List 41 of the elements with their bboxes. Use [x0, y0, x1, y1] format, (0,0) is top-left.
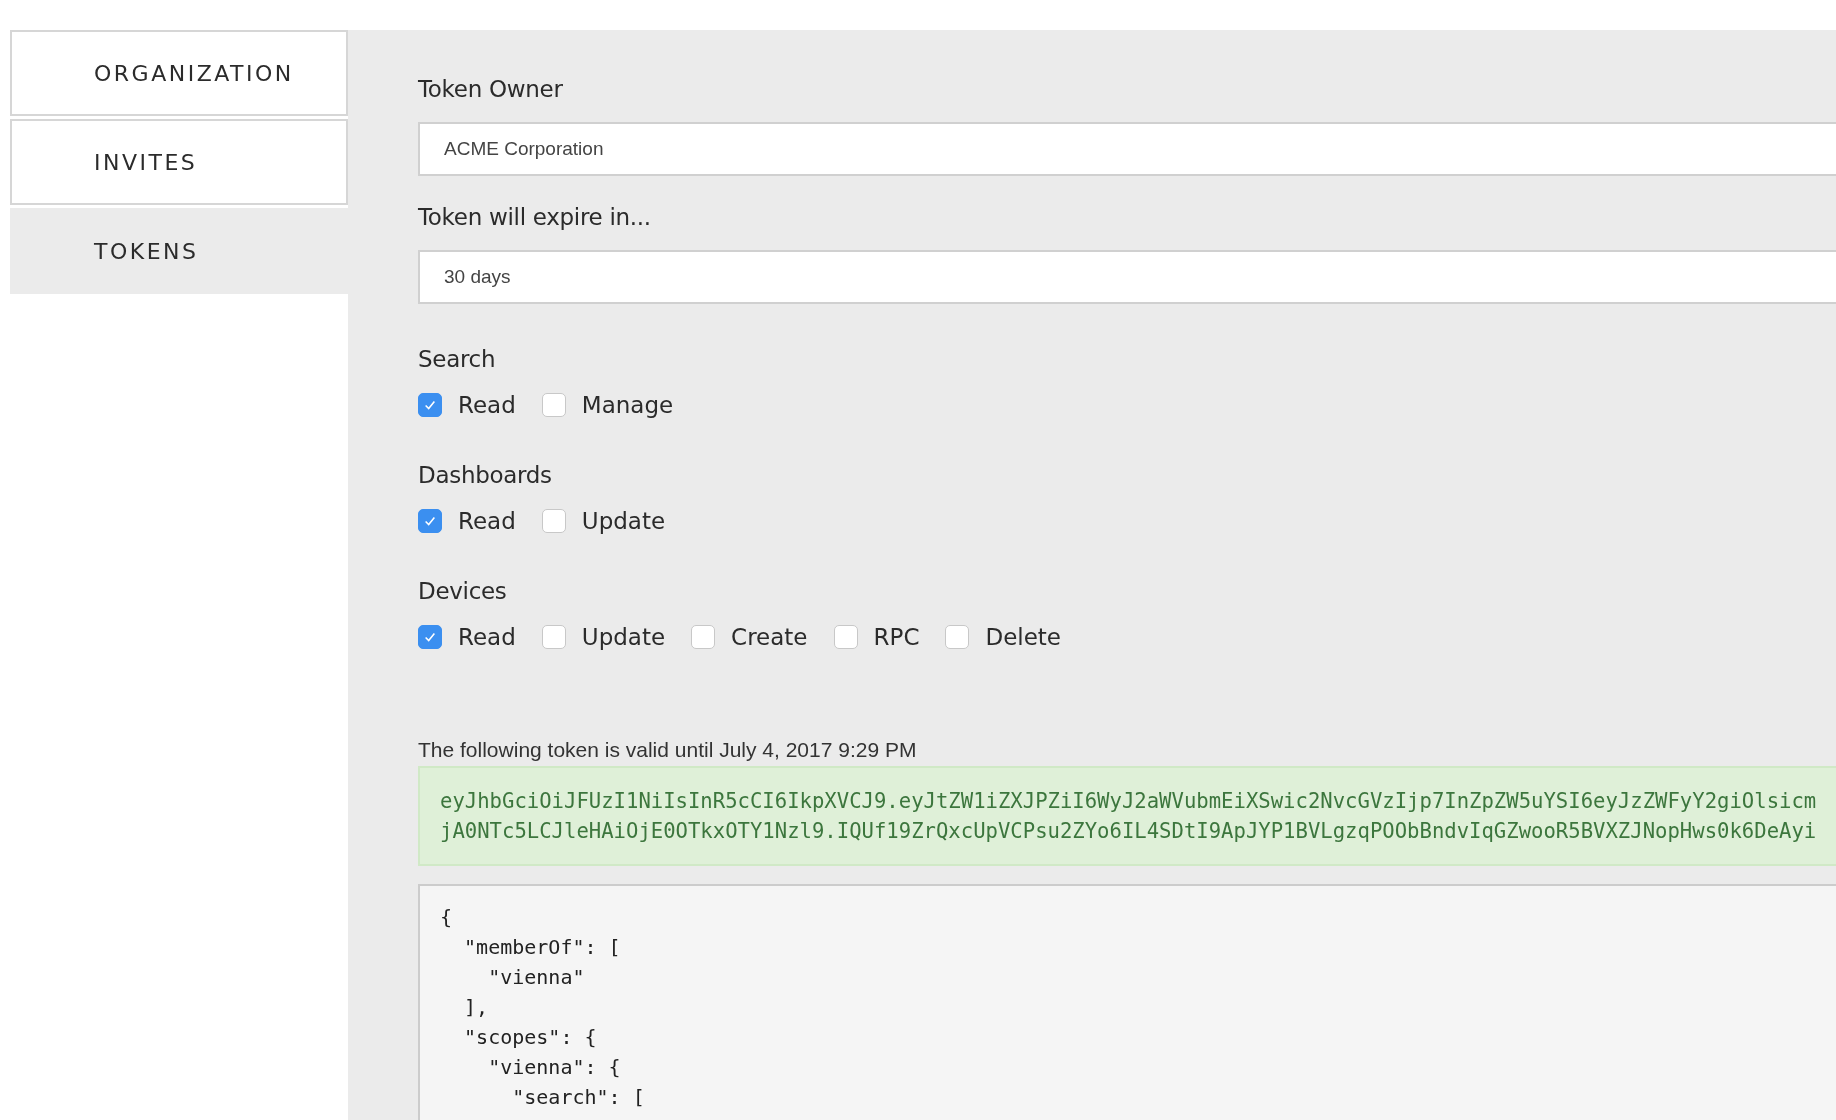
checkbox-label: Create	[731, 624, 808, 650]
checkbox-label: Update	[581, 508, 666, 534]
check-icon	[423, 630, 437, 644]
checkbox-label: Delete	[985, 624, 1062, 650]
checkbox[interactable]	[691, 625, 716, 649]
checkbox[interactable]	[945, 625, 970, 649]
checkbox[interactable]	[541, 509, 566, 533]
scope-label: Dashboards	[418, 462, 553, 488]
code-line: "vienna": {	[487, 1054, 622, 1081]
field-label: Token will expire in...	[418, 204, 652, 230]
code-line: ],	[463, 994, 490, 1021]
select-field[interactable]: 30 days	[418, 250, 1836, 304]
checkbox-label: RPC	[873, 624, 920, 650]
token-text: jA0NTc5LCJleHAiOjE0OTkxOTY1Nzl9.IQUf19ZrQxcUpVCPsu2ZYo6IL4SDtI9ApJYP1BVLgzqPOObBndvIqGZwooR5BVXZJNopHws0k6DeAyi	[440, 818, 1818, 845]
code-line: "scopes": {	[463, 1024, 598, 1051]
sidebar-tab[interactable]: INVITES	[10, 119, 348, 205]
field-label: Token Owner	[418, 76, 564, 102]
check-icon	[423, 514, 437, 528]
checkbox-label: Update	[581, 624, 666, 650]
scope-label: Devices	[418, 578, 508, 604]
code-line: "search": [	[511, 1084, 646, 1111]
select-field[interactable]: ACME Corporation	[418, 122, 1836, 176]
checkbox[interactable]	[418, 509, 442, 533]
checkbox[interactable]	[541, 393, 566, 417]
code-line: {	[440, 904, 454, 931]
checkbox[interactable]	[418, 393, 442, 417]
sidebar-tab[interactable]: ORGANIZATION	[10, 30, 348, 116]
sidebar-tab[interactable]: TOKENS	[10, 208, 348, 294]
checkbox[interactable]	[833, 625, 858, 649]
checkbox[interactable]	[418, 625, 442, 649]
check-icon	[423, 398, 437, 412]
checkbox-label: Manage	[581, 392, 674, 418]
code-line: "vienna"	[487, 964, 586, 991]
checkbox-label: Read	[458, 624, 516, 650]
checkbox-label: Read	[458, 508, 516, 534]
checkbox-label: Read	[458, 392, 516, 418]
checkbox[interactable]	[541, 625, 566, 649]
validity-text: The following token is valid until July 4, 2017 9:29 PM	[418, 738, 918, 762]
scope-label: Search	[418, 346, 497, 372]
code-line: "memberOf": [	[463, 934, 622, 961]
token-text: eyJhbGciOiJFUzI1NiIsInR5cCI6IkpXVCJ9.eyJtZW1iZXJPZiI6WyJ2aWVubmEiXSwic2NvcGVzIjp7InZpZW5uYSI6eyJzZWFyY2giOlsicm	[440, 788, 1818, 815]
